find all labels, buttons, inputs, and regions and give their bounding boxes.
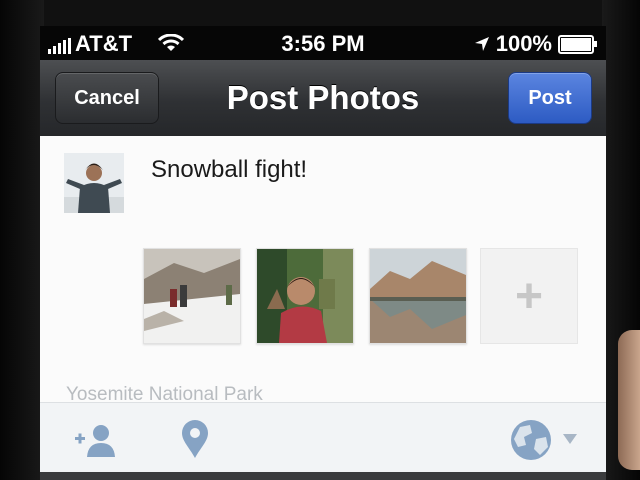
phone-screen: AT&T 3:56 PM 100% Cancel Post Photos Pos… <box>40 26 606 480</box>
battery-percent: 100% <box>495 31 552 56</box>
location-pin-icon[interactable] <box>180 419 210 459</box>
chevron-down-icon[interactable] <box>562 433 578 445</box>
avatar <box>64 153 124 213</box>
phone-bezel-left <box>0 0 44 480</box>
add-person-icon[interactable] <box>74 419 118 459</box>
action-toolbar <box>40 402 606 473</box>
photo-thumbnail[interactable] <box>143 248 241 344</box>
battery-icon <box>558 34 597 54</box>
add-photo-button[interactable]: + <box>480 248 578 344</box>
photo-thumbnail[interactable] <box>256 248 354 344</box>
navigation-bar: Cancel Post Photos Post <box>40 60 606 137</box>
location-arrow-icon <box>474 37 489 51</box>
status-bar: AT&T 3:56 PM 100% <box>40 26 606 60</box>
status-message[interactable]: Snowball fight! <box>151 156 307 184</box>
finger <box>618 330 640 470</box>
photo-thumbnail[interactable] <box>369 248 467 344</box>
keyboard-edge <box>40 472 606 480</box>
globe-icon[interactable] <box>510 419 552 461</box>
post-button[interactable]: Post <box>508 72 592 124</box>
status-right: 100% <box>474 31 597 57</box>
composer: Snowball fight! + Yosemite National Park <box>40 136 606 405</box>
